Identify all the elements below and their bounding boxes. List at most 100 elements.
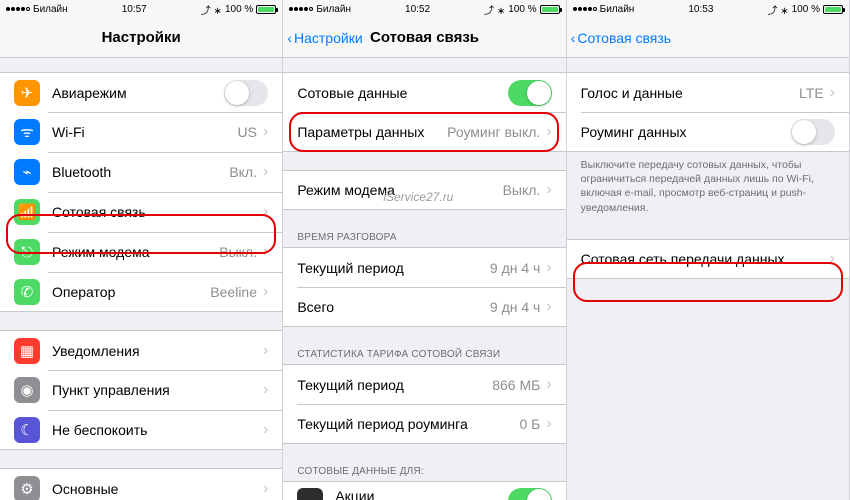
navbar: Настройки xyxy=(0,18,282,58)
Оператор-icon: ✆ xyxy=(14,279,40,305)
chevron-left-icon: ‹ xyxy=(287,30,292,46)
row-value: Вкл. xyxy=(229,164,257,180)
row-value: Выкл. xyxy=(503,182,541,198)
chevron-right-icon: › xyxy=(546,376,551,394)
back-button[interactable]: ‹Настройки xyxy=(287,30,362,46)
chevron-right-icon: › xyxy=(546,181,551,199)
row-label: Текущий период роуминга xyxy=(297,416,519,432)
row-label: Текущий период xyxy=(297,260,490,276)
row-label: Сотовая сеть передачи данных xyxy=(581,251,830,267)
settings-row[interactable]: ✈︎ Авиарежим xyxy=(0,72,282,112)
chevron-right-icon: › xyxy=(263,243,268,261)
settings-row[interactable]: Роуминг данных xyxy=(567,112,849,152)
row-value: 9 дн 4 ч xyxy=(490,260,540,276)
row-label: Всего xyxy=(297,299,490,315)
back-button[interactable]: ‹Сотовая связь xyxy=(571,30,671,46)
settings-row[interactable]: Акции22,3 КБ xyxy=(283,481,565,500)
chevron-right-icon: › xyxy=(546,123,551,141)
Не беспокоить-icon: ☾ xyxy=(14,417,40,443)
Сотовая связь-icon: 📶 xyxy=(14,199,40,225)
settings-row[interactable]: ▦ Уведомления› xyxy=(0,330,282,370)
watermark: iService27.ru xyxy=(383,190,453,204)
row-value: Выкл. xyxy=(219,244,257,260)
row-value: LTE xyxy=(799,85,824,101)
row-value: 0 Б xyxy=(519,416,540,432)
row-label: Режим модема xyxy=(52,244,219,260)
page-title: Настройки xyxy=(102,29,181,46)
row-label: Авиарежим xyxy=(52,85,224,101)
Режим модема-icon: ⎋ xyxy=(14,239,40,265)
row-label: Параметры данных xyxy=(297,124,447,140)
chevron-right-icon: › xyxy=(263,123,268,141)
Акции-icon xyxy=(297,488,323,500)
Wi-Fi-icon: ᯤ xyxy=(14,119,40,145)
row-value: Роуминг выкл. xyxy=(447,124,540,140)
Авиарежим-icon: ✈︎ xyxy=(14,80,40,106)
section-header: ВРЕМЯ РАЗГОВОРА xyxy=(283,228,565,247)
settings-row[interactable]: ☾Не беспокоить› xyxy=(0,410,282,450)
toggle-switch[interactable] xyxy=(508,80,552,106)
toggle-switch[interactable] xyxy=(508,488,552,500)
Bluetooth-icon: ⌁ xyxy=(14,159,40,185)
battery-icon xyxy=(540,5,560,14)
settings-row[interactable]: Параметры данныхРоуминг выкл. › xyxy=(283,112,565,152)
chevron-right-icon: › xyxy=(546,259,551,277)
row-label: Сотовая связь xyxy=(52,204,257,220)
settings-row[interactable]: ✆ОператорBeeline› xyxy=(0,272,282,312)
chevron-right-icon: › xyxy=(263,480,268,498)
cellular-pane: Билайн 10:52 ⤴ ∗100 % ‹Настройки Сотовая… xyxy=(283,0,566,500)
status-bar: Билайн 10:53 ⤴ ∗100 % xyxy=(567,0,849,18)
settings-row[interactable]: Сотовые данные xyxy=(283,72,565,112)
battery-icon xyxy=(256,5,276,14)
chevron-right-icon: › xyxy=(830,250,835,268)
row-label: Пункт управления xyxy=(52,382,263,398)
settings-row[interactable]: Текущий период9 дн 4 ч › xyxy=(283,247,565,287)
carrier-label: Билайн xyxy=(33,4,68,15)
page-title: Сотовая связь xyxy=(370,29,479,46)
row-label: Уведомления xyxy=(52,343,263,359)
row-label: Wi-Fi xyxy=(52,124,238,140)
Основные-icon: ⚙︎ xyxy=(14,476,40,500)
toggle-switch[interactable] xyxy=(224,80,268,106)
row-label: Основные xyxy=(52,481,263,497)
settings-row[interactable]: Текущий период роуминга0 Б› xyxy=(283,404,565,444)
Уведомления-icon: ▦ xyxy=(14,338,40,364)
section-header: СОТОВЫЕ ДАННЫЕ ДЛЯ: xyxy=(283,462,565,481)
row-value: US xyxy=(238,124,257,140)
settings-row[interactable]: ⌁ BluetoothВкл. › xyxy=(0,152,282,192)
status-bar: Билайн 10:57 ⤴ ∗100 % xyxy=(0,0,282,18)
row-label: Bluetooth xyxy=(52,164,229,180)
navbar: ‹Настройки Сотовая связь xyxy=(283,18,565,58)
settings-row[interactable]: ⎋ Режим модемаВыкл. › xyxy=(0,232,282,272)
row-label: Голос и данные xyxy=(581,85,799,101)
settings-row[interactable]: 📶 Сотовая связь › xyxy=(0,192,282,232)
chevron-left-icon: ‹ xyxy=(571,30,576,46)
data-options-pane: Билайн 10:53 ⤴ ∗100 % ‹Сотовая связь Гол… xyxy=(567,0,850,500)
time-label: 10:53 xyxy=(688,4,713,15)
row-value: Beeline xyxy=(210,284,257,300)
row-label: Не беспокоить xyxy=(52,422,263,438)
row-label: Сотовые данные xyxy=(297,85,507,101)
chevron-right-icon: › xyxy=(830,84,835,102)
chevron-right-icon: › xyxy=(546,298,551,316)
settings-row[interactable]: ◉Пункт управления› xyxy=(0,370,282,410)
settings-row[interactable]: Сотовая сеть передачи данных› xyxy=(567,239,849,279)
section-footer: Выключите передачу сотовых данных, чтобы… xyxy=(567,152,849,221)
battery-icon xyxy=(823,5,843,14)
chevron-right-icon: › xyxy=(263,342,268,360)
chevron-right-icon: › xyxy=(263,203,268,221)
settings-row[interactable]: Голос и данныеLTE › xyxy=(567,72,849,112)
settings-row[interactable]: ᯤ Wi-FiUS › xyxy=(0,112,282,152)
settings-row[interactable]: ⚙︎ Основные› xyxy=(0,468,282,500)
row-label: Оператор xyxy=(52,284,210,300)
chevron-right-icon: › xyxy=(263,163,268,181)
settings-row[interactable]: Текущий период866 МБ › xyxy=(283,364,565,404)
row-value: 866 МБ xyxy=(492,377,540,393)
section-header: СТАТИСТИКА ТАРИФА СОТОВОЙ СВЯЗИ xyxy=(283,345,565,364)
settings-row[interactable]: Всего9 дн 4 ч› xyxy=(283,287,565,327)
toggle-switch[interactable] xyxy=(791,119,835,145)
row-label: Текущий период xyxy=(297,377,492,393)
Пункт управления-icon: ◉ xyxy=(14,377,40,403)
row-label: Акции xyxy=(335,488,507,500)
navbar: ‹Сотовая связь xyxy=(567,18,849,58)
